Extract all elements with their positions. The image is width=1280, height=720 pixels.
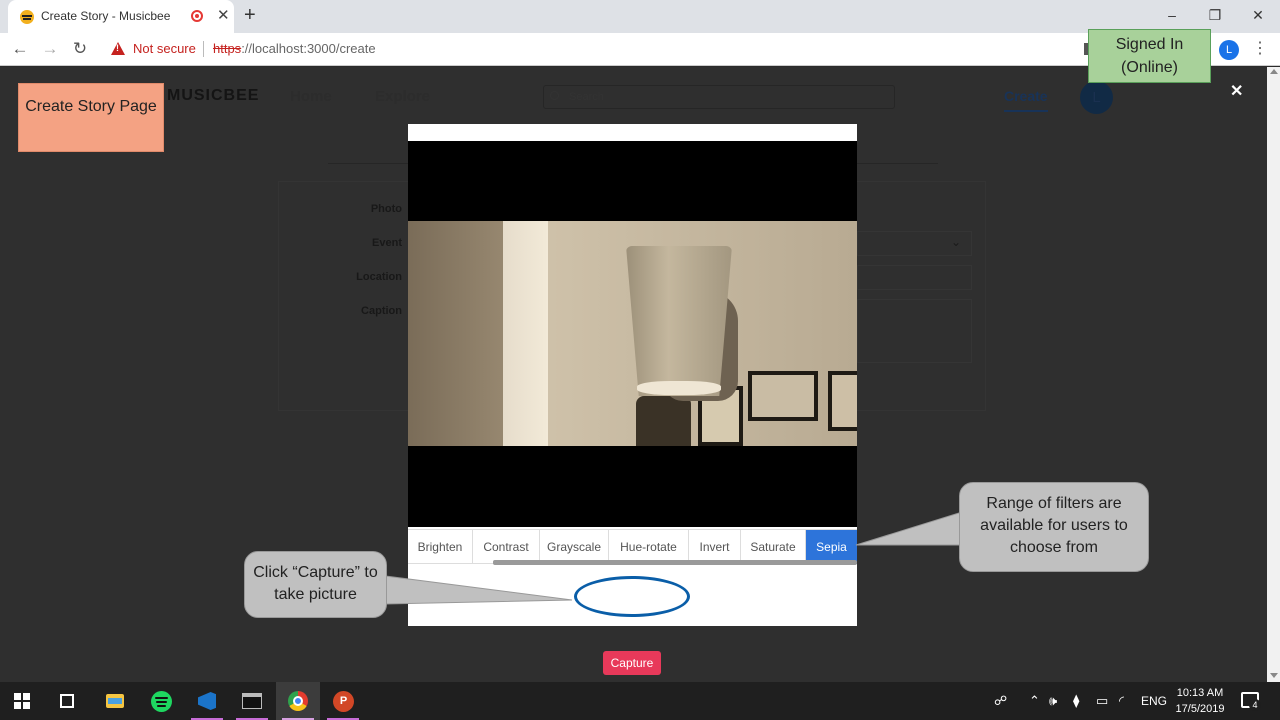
taskbar-vscode[interactable] [185,682,229,720]
dropbox-icon[interactable]: ⧫ [1073,692,1079,710]
folder-icon [106,694,124,708]
start-button[interactable] [0,682,44,720]
page-label-callout: Create Story Page [18,83,164,152]
task-view-icon [60,694,74,708]
language-indicator[interactable]: ENG [1141,692,1167,710]
filters-note-callout: Range of filters are available for users… [959,482,1149,572]
vscode-icon [198,692,216,710]
windows-logo-icon [14,693,30,709]
capture-highlight-ring [574,576,690,617]
terminal-icon [242,693,262,709]
capture-note-callout: Click “Capture” to take picture [244,551,387,618]
spotify-icon [151,691,172,712]
task-view-button[interactable] [45,682,89,720]
volume-icon[interactable]: 🕪 [1049,692,1057,710]
system-clock[interactable]: 10:13 AM 17/5/2019 [1170,685,1230,717]
taskbar-file-explorer[interactable] [93,682,137,720]
powerpoint-icon: P [333,691,354,712]
clock-time: 10:13 AM [1176,687,1224,699]
people-icon[interactable]: ☍ [994,692,1007,710]
battery-icon[interactable]: ▭ [1096,692,1108,710]
signed-in-callout: Signed In (Online) [1088,29,1211,83]
taskbar-terminal[interactable] [230,682,274,720]
chrome-icon [288,691,308,711]
notification-count: 4 [1249,699,1261,711]
taskbar-spotify[interactable] [139,682,183,720]
chevron-up-icon[interactable]: ⌃ [1029,692,1040,710]
clock-date: 17/5/2019 [1175,703,1225,715]
taskbar-powerpoint[interactable]: P [321,682,365,720]
wifi-icon[interactable]: ◜ [1119,692,1124,710]
windows-taskbar: P ☍ ⌃ 🕪 ⧫ ▭ ◜ ENG 10:13 AM 17/5/2019 4 [0,682,1280,720]
taskbar-chrome[interactable] [276,682,320,720]
